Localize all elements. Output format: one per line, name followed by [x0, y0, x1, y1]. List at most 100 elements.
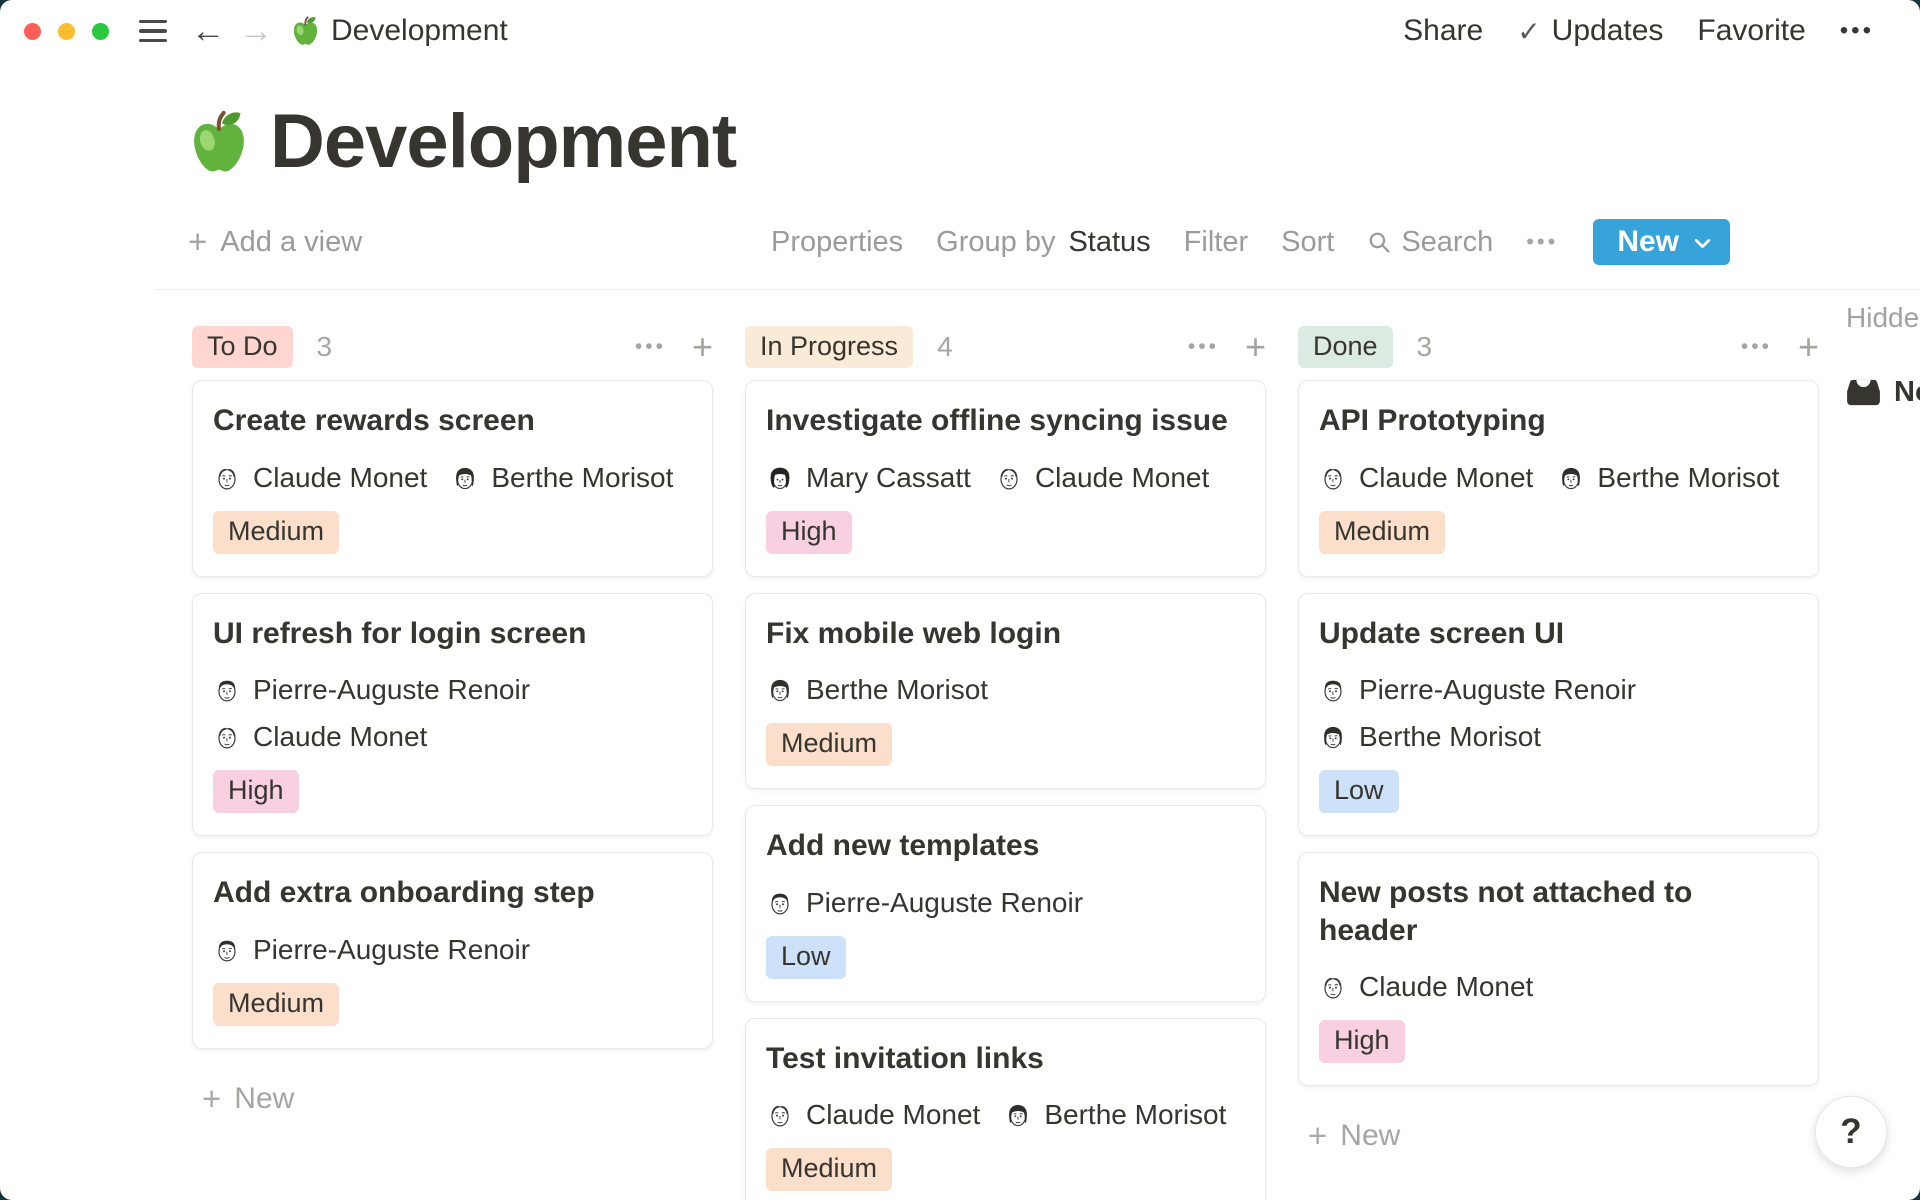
- column-status-badge: In Progress: [745, 326, 913, 368]
- assignee-name: Pierre-Auguste Renoir: [806, 887, 1083, 919]
- column-status-badge: Done: [1298, 326, 1393, 368]
- card-title: UI refresh for login screen: [213, 615, 692, 653]
- add-card-button[interactable]: + New: [1308, 1117, 1819, 1155]
- plus-icon: +: [188, 223, 207, 261]
- card[interactable]: Fix mobile web login Berthe Morisot Medi…: [745, 593, 1266, 790]
- person-avatar-icon: [766, 676, 794, 704]
- help-button[interactable]: ?: [1815, 1096, 1887, 1168]
- assignee: Berthe Morisot: [1557, 462, 1779, 494]
- person-avatar-icon: [995, 464, 1023, 492]
- card-assignees: Claude Monet Berthe Morisot: [213, 462, 692, 494]
- card[interactable]: Test invitation links Claude Monet Berth…: [745, 1018, 1266, 1200]
- share-button[interactable]: Share: [1403, 14, 1483, 48]
- plus-icon: +: [202, 1080, 221, 1118]
- assignee-name: Pierre-Auguste Renoir: [253, 934, 530, 966]
- updates-button[interactable]: ✓ Updates: [1517, 14, 1663, 48]
- topbar: ← → Development Share ✓ Updates Favorite…: [0, 0, 1920, 62]
- breadcrumb[interactable]: Development: [291, 14, 508, 48]
- priority-tag: Low: [766, 936, 846, 979]
- app-window: ← → Development Share ✓ Updates Favorite…: [0, 0, 1920, 1200]
- group-by-button[interactable]: Group by Status: [936, 226, 1151, 259]
- card-assignees: Pierre-Auguste Renoir Berthe Morisot: [1319, 674, 1798, 753]
- column-add-icon[interactable]: +: [692, 329, 713, 365]
- add-card-button[interactable]: + New: [202, 1080, 713, 1118]
- page-icon-green-apple[interactable]: [188, 107, 250, 177]
- check-icon: ✓: [1517, 15, 1540, 48]
- assignee: Pierre-Auguste Renoir: [766, 887, 1083, 919]
- column-more-icon[interactable]: •••: [1188, 335, 1219, 359]
- card[interactable]: API Prototyping Claude Monet Berthe Mori…: [1298, 380, 1819, 577]
- card-title: New posts not attached to header: [1319, 874, 1798, 949]
- search-button[interactable]: Search: [1367, 226, 1493, 259]
- search-label: Search: [1401, 226, 1493, 259]
- sidebar-menu-icon[interactable]: [135, 16, 171, 47]
- priority-tag: Medium: [766, 1148, 892, 1191]
- card[interactable]: Create rewards screen Claude Monet Berth…: [192, 380, 713, 577]
- filter-button[interactable]: Filter: [1184, 226, 1248, 259]
- priority-tag: High: [213, 770, 299, 813]
- no-status-label: No Status: [1894, 376, 1920, 409]
- person-avatar-icon: [766, 464, 794, 492]
- column-add-icon[interactable]: +: [1798, 329, 1819, 365]
- view-toolbar: + Add a view Properties Group by Status …: [0, 219, 1920, 265]
- person-avatar-icon: [213, 723, 241, 751]
- inbox-icon: [1846, 377, 1881, 408]
- minimize-window-button[interactable]: [58, 23, 75, 40]
- card[interactable]: UI refresh for login screen Pierre-Augus…: [192, 593, 713, 837]
- group-by-value: Status: [1068, 226, 1150, 259]
- column-card-count: 3: [317, 331, 333, 363]
- column-more-icon[interactable]: •••: [1741, 335, 1772, 359]
- new-button[interactable]: New: [1593, 219, 1730, 265]
- card[interactable]: Add extra onboarding step Pierre-Auguste…: [192, 852, 713, 1049]
- card-title: Add extra onboarding step: [213, 874, 692, 912]
- column-in-progress: In Progress 4 ••• + Investigate offline …: [745, 330, 1266, 1200]
- hidden-columns-label: Hidden columns: [1846, 302, 1920, 334]
- card-title: Add new templates: [766, 827, 1245, 865]
- chevron-down-icon[interactable]: [1691, 232, 1714, 255]
- assignee-name: Pierre-Auguste Renoir: [1359, 674, 1636, 706]
- card-assignees: Claude Monet Berthe Morisot: [766, 1099, 1245, 1131]
- add-view-button[interactable]: + Add a view: [188, 223, 362, 261]
- priority-tag: Medium: [213, 511, 339, 554]
- priority-tag: High: [1319, 1020, 1405, 1063]
- assignee-name: Berthe Morisot: [1044, 1099, 1226, 1131]
- column-add-icon[interactable]: +: [1245, 329, 1266, 365]
- group-by-label: Group by: [936, 226, 1055, 259]
- card[interactable]: Investigate offline syncing issue Mary C…: [745, 380, 1266, 577]
- breadcrumb-label: Development: [331, 14, 508, 48]
- window-controls: [24, 23, 109, 40]
- close-window-button[interactable]: [24, 23, 41, 40]
- assignee-name: Berthe Morisot: [1597, 462, 1779, 494]
- column-card-count: 3: [1417, 331, 1433, 363]
- back-arrow-icon[interactable]: ←: [187, 14, 229, 48]
- column-more-icon[interactable]: •••: [635, 335, 666, 359]
- page-title: Development: [270, 98, 736, 185]
- hidden-columns-panel: Hidden columns No Status: [1846, 302, 1920, 409]
- card[interactable]: New posts not attached to header Claude …: [1298, 852, 1819, 1086]
- assignee-name: Claude Monet: [1035, 462, 1209, 494]
- view-more-options-icon[interactable]: •••: [1526, 229, 1558, 255]
- assignee: Claude Monet: [766, 1099, 980, 1131]
- forward-arrow-icon[interactable]: →: [235, 14, 277, 48]
- person-avatar-icon: [1319, 973, 1347, 1001]
- assignee: Mary Cassatt: [766, 462, 971, 494]
- priority-tag: Medium: [213, 983, 339, 1026]
- assignee: Claude Monet: [213, 462, 427, 494]
- assignee-name: Claude Monet: [253, 721, 427, 753]
- card[interactable]: Update screen UI Pierre-Auguste Renoir B…: [1298, 593, 1819, 837]
- more-options-icon[interactable]: •••: [1840, 17, 1874, 45]
- priority-tag: Low: [1319, 770, 1399, 813]
- assignee-name: Berthe Morisot: [1359, 721, 1541, 753]
- favorite-button[interactable]: Favorite: [1697, 14, 1805, 48]
- assignee: Claude Monet: [213, 721, 427, 753]
- properties-button[interactable]: Properties: [771, 226, 903, 259]
- no-status-group[interactable]: No Status: [1846, 376, 1920, 409]
- card[interactable]: Add new templates Pierre-Auguste Renoir …: [745, 805, 1266, 1002]
- person-avatar-icon: [213, 464, 241, 492]
- assignee-name: Berthe Morisot: [491, 462, 673, 494]
- sort-button[interactable]: Sort: [1281, 226, 1334, 259]
- card-title: Create rewards screen: [213, 402, 692, 440]
- card-assignees: Claude Monet: [1319, 971, 1798, 1003]
- zoom-window-button[interactable]: [92, 23, 109, 40]
- card-title: Fix mobile web login: [766, 615, 1245, 653]
